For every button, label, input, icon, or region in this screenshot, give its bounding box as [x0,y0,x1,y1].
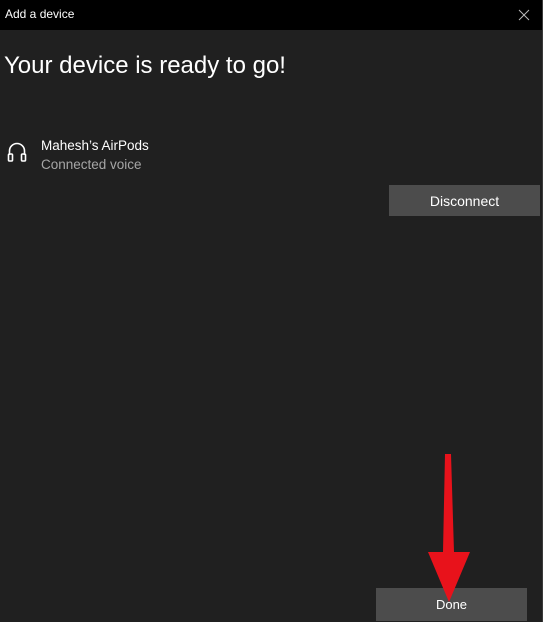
disconnect-button[interactable]: Disconnect [389,185,540,216]
device-list-item[interactable]: Mahesh’s AirPods Connected voice [0,132,380,178]
add-device-window: Add a device Your device is ready to go!… [0,0,543,622]
device-name: Mahesh’s AirPods [41,138,149,153]
close-button[interactable] [506,0,542,30]
device-status: Connected voice [41,157,142,172]
page-title: Your device is ready to go! [4,52,286,79]
title-bar: Add a device [0,0,542,30]
red-arrow-down-icon [428,454,470,602]
window-title: Add a device [5,7,75,21]
close-icon [518,9,530,21]
done-button[interactable]: Done [376,588,527,621]
headphones-icon [7,142,27,162]
